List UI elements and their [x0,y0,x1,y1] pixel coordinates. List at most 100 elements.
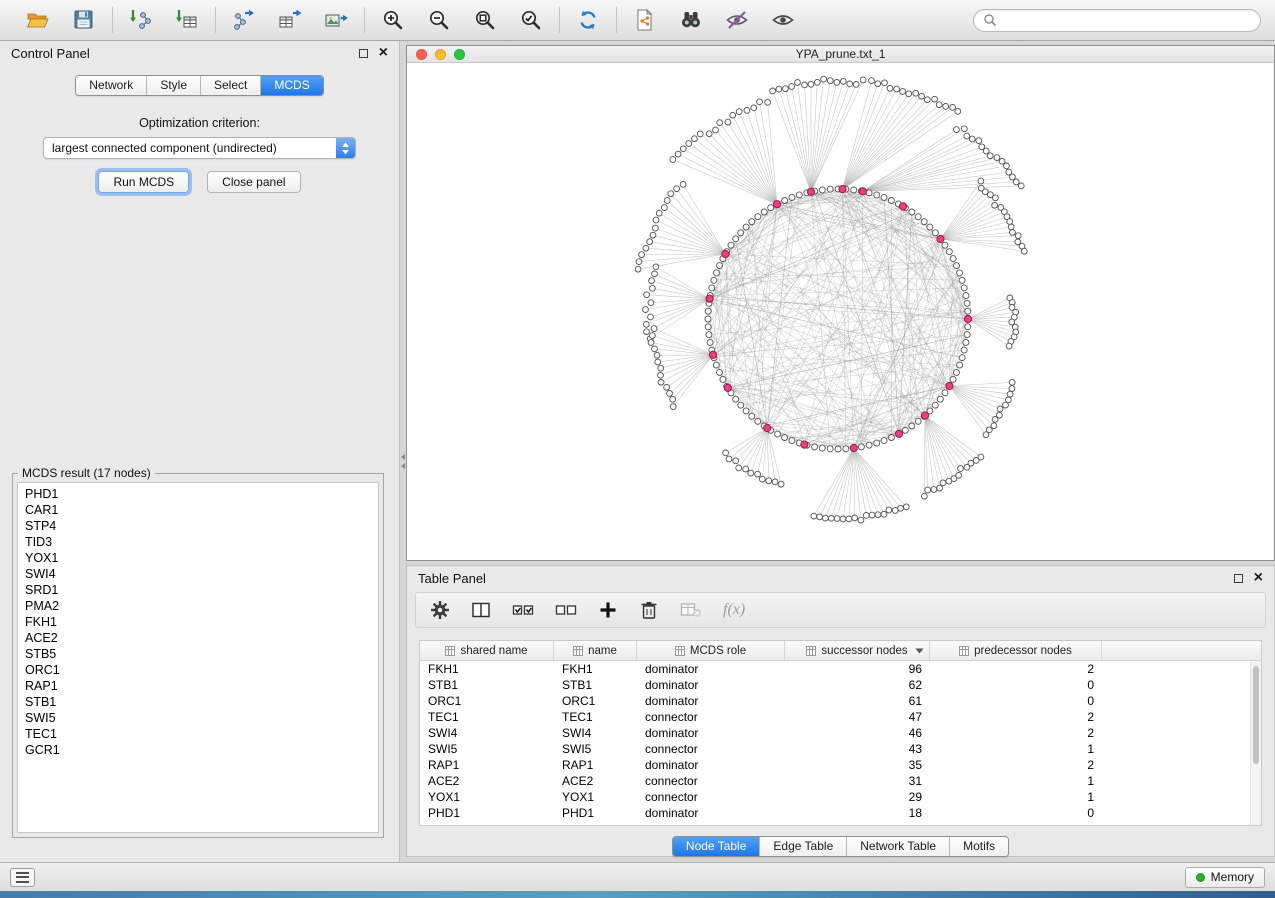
zoom-fit-button[interactable] [470,5,500,35]
network-node[interactable] [860,77,866,83]
network-node[interactable] [652,271,658,277]
network-node[interactable] [932,230,938,236]
mcds-node[interactable] [895,430,902,437]
network-canvas[interactable] [407,63,1274,559]
network-node[interactable] [778,481,784,487]
network-node[interactable] [743,408,749,414]
network-node[interactable] [713,270,719,276]
network-node[interactable] [789,438,795,444]
network-node[interactable] [946,478,952,484]
network-node[interactable] [875,81,881,87]
import-table-button[interactable] [172,5,202,35]
network-node[interactable] [973,458,979,464]
network-node[interactable] [717,120,723,126]
network-node[interactable] [812,444,818,450]
network-node[interactable] [635,266,641,272]
table-row[interactable]: ACE2ACE2connector311 [420,773,1250,789]
network-node[interactable] [796,192,802,198]
network-node[interactable] [866,190,872,196]
network-node[interactable] [744,108,750,114]
search-input[interactable] [1003,13,1251,27]
network-node[interactable] [662,205,668,211]
network-node[interactable] [936,102,942,108]
mcds-result-item[interactable]: GCR1 [18,742,378,758]
network-node[interactable] [909,209,915,215]
network-node[interactable] [650,333,656,339]
network-node[interactable] [670,404,676,410]
network-node[interactable] [969,136,975,142]
network-node[interactable] [647,239,653,245]
minimize-window-icon[interactable] [435,49,446,60]
mcds-result-item[interactable]: FKH1 [18,614,378,630]
network-node[interactable] [957,270,963,276]
network-node[interactable] [755,214,761,220]
network-node[interactable] [1013,179,1019,185]
network-node[interactable] [882,80,888,86]
table-row[interactable]: SWI5SWI5connector431 [420,741,1250,757]
mcds-node[interactable] [850,444,857,451]
mcds-result-item[interactable]: TID3 [18,534,378,550]
network-node[interactable] [940,480,946,486]
network-node[interactable] [942,242,948,248]
close-panel-button[interactable]: Close panel [207,171,300,193]
select-all-button[interactable] [512,600,534,620]
network-node[interactable] [1007,391,1013,397]
mcds-node[interactable] [801,441,808,448]
network-node[interactable] [789,194,795,200]
network-node[interactable] [649,278,655,284]
network-node[interactable] [705,308,711,314]
mcds-result-item[interactable]: PHD1 [18,486,378,502]
tab-motifs[interactable]: Motifs [949,837,1008,856]
network-node[interactable] [652,225,658,231]
network-node[interactable] [720,376,726,382]
network-node[interactable] [755,471,761,477]
network-node[interactable] [994,155,1000,161]
tab-network-table[interactable]: Network Table [846,837,949,856]
network-node[interactable] [874,192,880,198]
network-node[interactable] [653,264,659,270]
network-node[interactable] [751,105,757,111]
close-panel-icon[interactable]: × [379,45,388,61]
network-node[interactable] [1010,174,1016,180]
network-node[interactable] [643,307,649,313]
network-node[interactable] [827,446,833,452]
network-node[interactable] [915,418,921,424]
network-node[interactable] [913,90,919,96]
network-node[interactable] [707,339,713,345]
network-node[interactable] [906,91,912,97]
network-node[interactable] [937,396,943,402]
network-node[interactable] [875,512,881,518]
network-node[interactable] [881,194,887,200]
mcds-result-list[interactable]: PHD1CAR1STP4TID3YOX1SWI4SRD1PMA2FKH1ACE2… [17,482,379,833]
network-node[interactable] [755,418,761,424]
network-node[interactable] [1003,402,1009,408]
network-node[interactable] [783,86,789,92]
tab-select[interactable]: Select [200,76,260,95]
network-node[interactable] [655,359,661,365]
network-node[interactable] [925,487,931,493]
column-header-shared-name[interactable]: shared name [420,641,554,660]
network-node[interactable] [1010,230,1016,236]
network-node[interactable] [964,133,970,139]
network-node[interactable] [814,79,820,85]
mcds-node[interactable] [773,201,780,208]
network-node[interactable] [775,431,781,437]
network-node[interactable] [648,300,654,306]
delete-table-button[interactable] [680,600,702,620]
close-window-icon[interactable] [416,49,427,60]
network-node[interactable] [776,86,782,92]
network-node[interactable] [686,141,692,147]
mcds-result-item[interactable]: SWI5 [18,710,378,726]
network-node[interactable] [932,96,938,102]
network-node[interactable] [736,465,742,471]
table-row[interactable]: PHD1PHD1dominator180 [420,805,1250,821]
mcds-node[interactable] [921,412,928,419]
network-node[interactable] [668,191,674,197]
network-node[interactable] [840,516,846,522]
network-node[interactable] [819,187,825,193]
mcds-result-item[interactable]: PMA2 [18,598,378,614]
network-node[interactable] [894,86,900,92]
network-node[interactable] [1008,224,1014,230]
mcds-result-item[interactable]: STB5 [18,646,378,662]
network-node[interactable] [648,340,654,346]
